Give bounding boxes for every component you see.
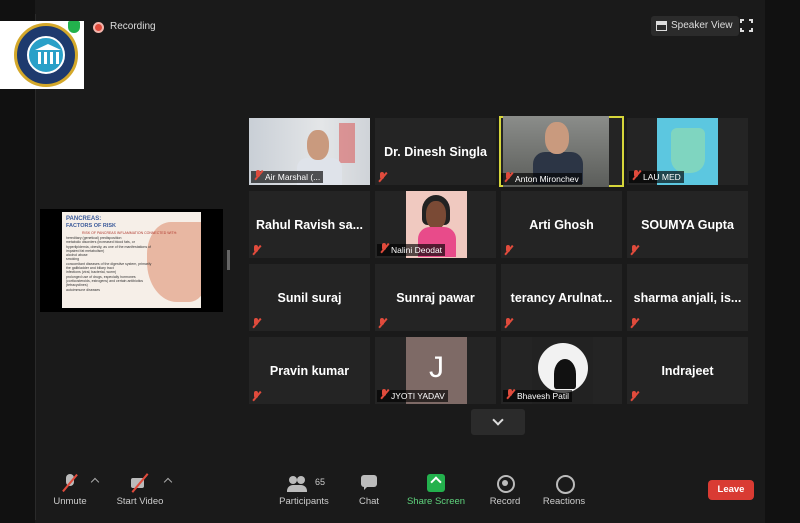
recording-status: Recording xyxy=(110,21,156,32)
participants-icon xyxy=(287,474,308,492)
slide-subtitle: FACTORS OF RISK xyxy=(66,223,117,229)
participant-tile[interactable]: Arti Ghosh xyxy=(501,191,622,258)
participant-tile[interactable]: J JYOTI YADAV xyxy=(375,337,496,404)
participant-name: terancy Arulnat... xyxy=(510,290,613,305)
speaker-view-icon xyxy=(656,21,667,31)
participant-name: Arti Ghosh xyxy=(529,217,594,232)
next-page-button[interactable] xyxy=(471,409,525,435)
security-shield-icon[interactable] xyxy=(68,21,80,33)
chevron-down-icon xyxy=(492,414,504,426)
muted-mic-icon xyxy=(504,318,512,328)
participant-name: Sunil suraj xyxy=(277,290,342,305)
muted-mic-icon xyxy=(252,245,260,255)
share-screen-icon xyxy=(427,474,445,492)
participant-tile[interactable]: Sunil suraj xyxy=(249,264,370,331)
slide-bullet: metabolic disorders (increased blood fat… xyxy=(66,240,151,253)
right-margin xyxy=(765,0,800,523)
muted-mic-icon xyxy=(380,243,388,253)
muted-mic-icon xyxy=(630,391,638,401)
slide-title: PANCREAS: xyxy=(66,216,102,222)
muted-microphone-icon xyxy=(61,474,79,492)
participant-name-label: Air Marshal (... xyxy=(251,170,324,183)
fullscreen-icon[interactable] xyxy=(740,19,753,32)
participant-name-label: Nalini Deodat xyxy=(377,243,446,256)
participant-name: Dr. Dinesh Singla xyxy=(384,144,487,159)
muted-mic-icon xyxy=(378,318,386,328)
slide-bullet: concomitant diseases of the digestive sy… xyxy=(66,261,152,271)
panel-resize-handle[interactable] xyxy=(227,250,230,270)
slide-bullet: prolonged use of drugs, especially hormo… xyxy=(66,274,144,288)
record-icon xyxy=(496,474,515,493)
participant-name: Pravin kumar xyxy=(269,363,350,378)
slide-bullets: hereditary (genetical) predisposition me… xyxy=(66,236,156,292)
participant-name: Rahul Ravish sa... xyxy=(256,217,363,232)
slide-bullet: autoimmune diseases xyxy=(66,287,101,292)
participant-tile[interactable]: Indrajeet xyxy=(627,337,748,404)
muted-mic-icon xyxy=(504,245,512,255)
logo-seal-icon xyxy=(14,23,78,87)
muted-mic-icon xyxy=(630,245,638,255)
participant-tile[interactable]: LAU MED xyxy=(627,118,748,185)
participant-tile[interactable]: Sunraj pawar xyxy=(375,264,496,331)
participant-name: Sunraj pawar xyxy=(396,290,475,305)
presentation-slide: PANCREAS: FACTORS OF RISK RISK OF PANCRE… xyxy=(62,212,201,308)
muted-mic-icon xyxy=(632,170,640,180)
participant-name-label: JYOTI YADAV xyxy=(377,389,448,402)
participant-tile[interactable]: Dr. Dinesh Singla xyxy=(375,118,496,185)
chat-icon xyxy=(360,474,378,492)
participant-tile[interactable]: Nalini Deodat xyxy=(375,191,496,258)
muted-mic-icon xyxy=(252,318,260,328)
muted-mic-icon xyxy=(504,172,512,182)
participant-tile[interactable]: Pravin kumar xyxy=(249,337,370,404)
participant-name: SOUMYA Gupta xyxy=(641,217,734,232)
muted-mic-icon xyxy=(380,389,388,399)
participant-name: sharma anjali, is... xyxy=(633,290,742,305)
participant-name-label: Bhavesh Patil xyxy=(503,389,572,402)
participant-tile-active-speaker[interactable]: Anton Mironchev xyxy=(499,116,624,187)
muted-mic-icon xyxy=(254,170,262,180)
participants-count: 65 xyxy=(315,477,326,487)
muted-mic-icon xyxy=(630,318,638,328)
muted-mic-icon xyxy=(252,391,260,401)
participant-tile[interactable]: terancy Arulnat... xyxy=(501,264,622,331)
participant-tile[interactable]: SOUMYA Gupta xyxy=(627,191,748,258)
participant-name-label: LAU MED xyxy=(629,170,684,183)
participant-tile[interactable]: sharma anjali, is... xyxy=(627,264,748,331)
participant-name: Indrajeet xyxy=(661,363,714,378)
leave-button[interactable]: Leave xyxy=(708,480,754,500)
shared-screen-panel[interactable]: PANCREAS: FACTORS OF RISK RISK OF PANCRE… xyxy=(40,209,223,312)
video-off-icon xyxy=(131,474,149,492)
speaker-view-button[interactable]: Speaker View xyxy=(651,16,739,36)
reactions-smiley-icon xyxy=(555,474,575,494)
slide-caption: RISK OF PANCREAS INFLAMMATION CONNECTED … xyxy=(82,231,178,235)
participant-tile[interactable]: Bhavesh Patil xyxy=(501,337,622,404)
muted-mic-icon xyxy=(506,389,514,399)
participant-tile[interactable]: Air Marshal (... xyxy=(249,118,370,185)
avatar-initial: J xyxy=(429,351,444,384)
recording-icon xyxy=(93,22,104,33)
participant-tile[interactable]: Rahul Ravish sa... xyxy=(249,191,370,258)
participant-name-label: Anton Mironchev xyxy=(501,172,582,185)
muted-mic-icon xyxy=(378,172,386,182)
